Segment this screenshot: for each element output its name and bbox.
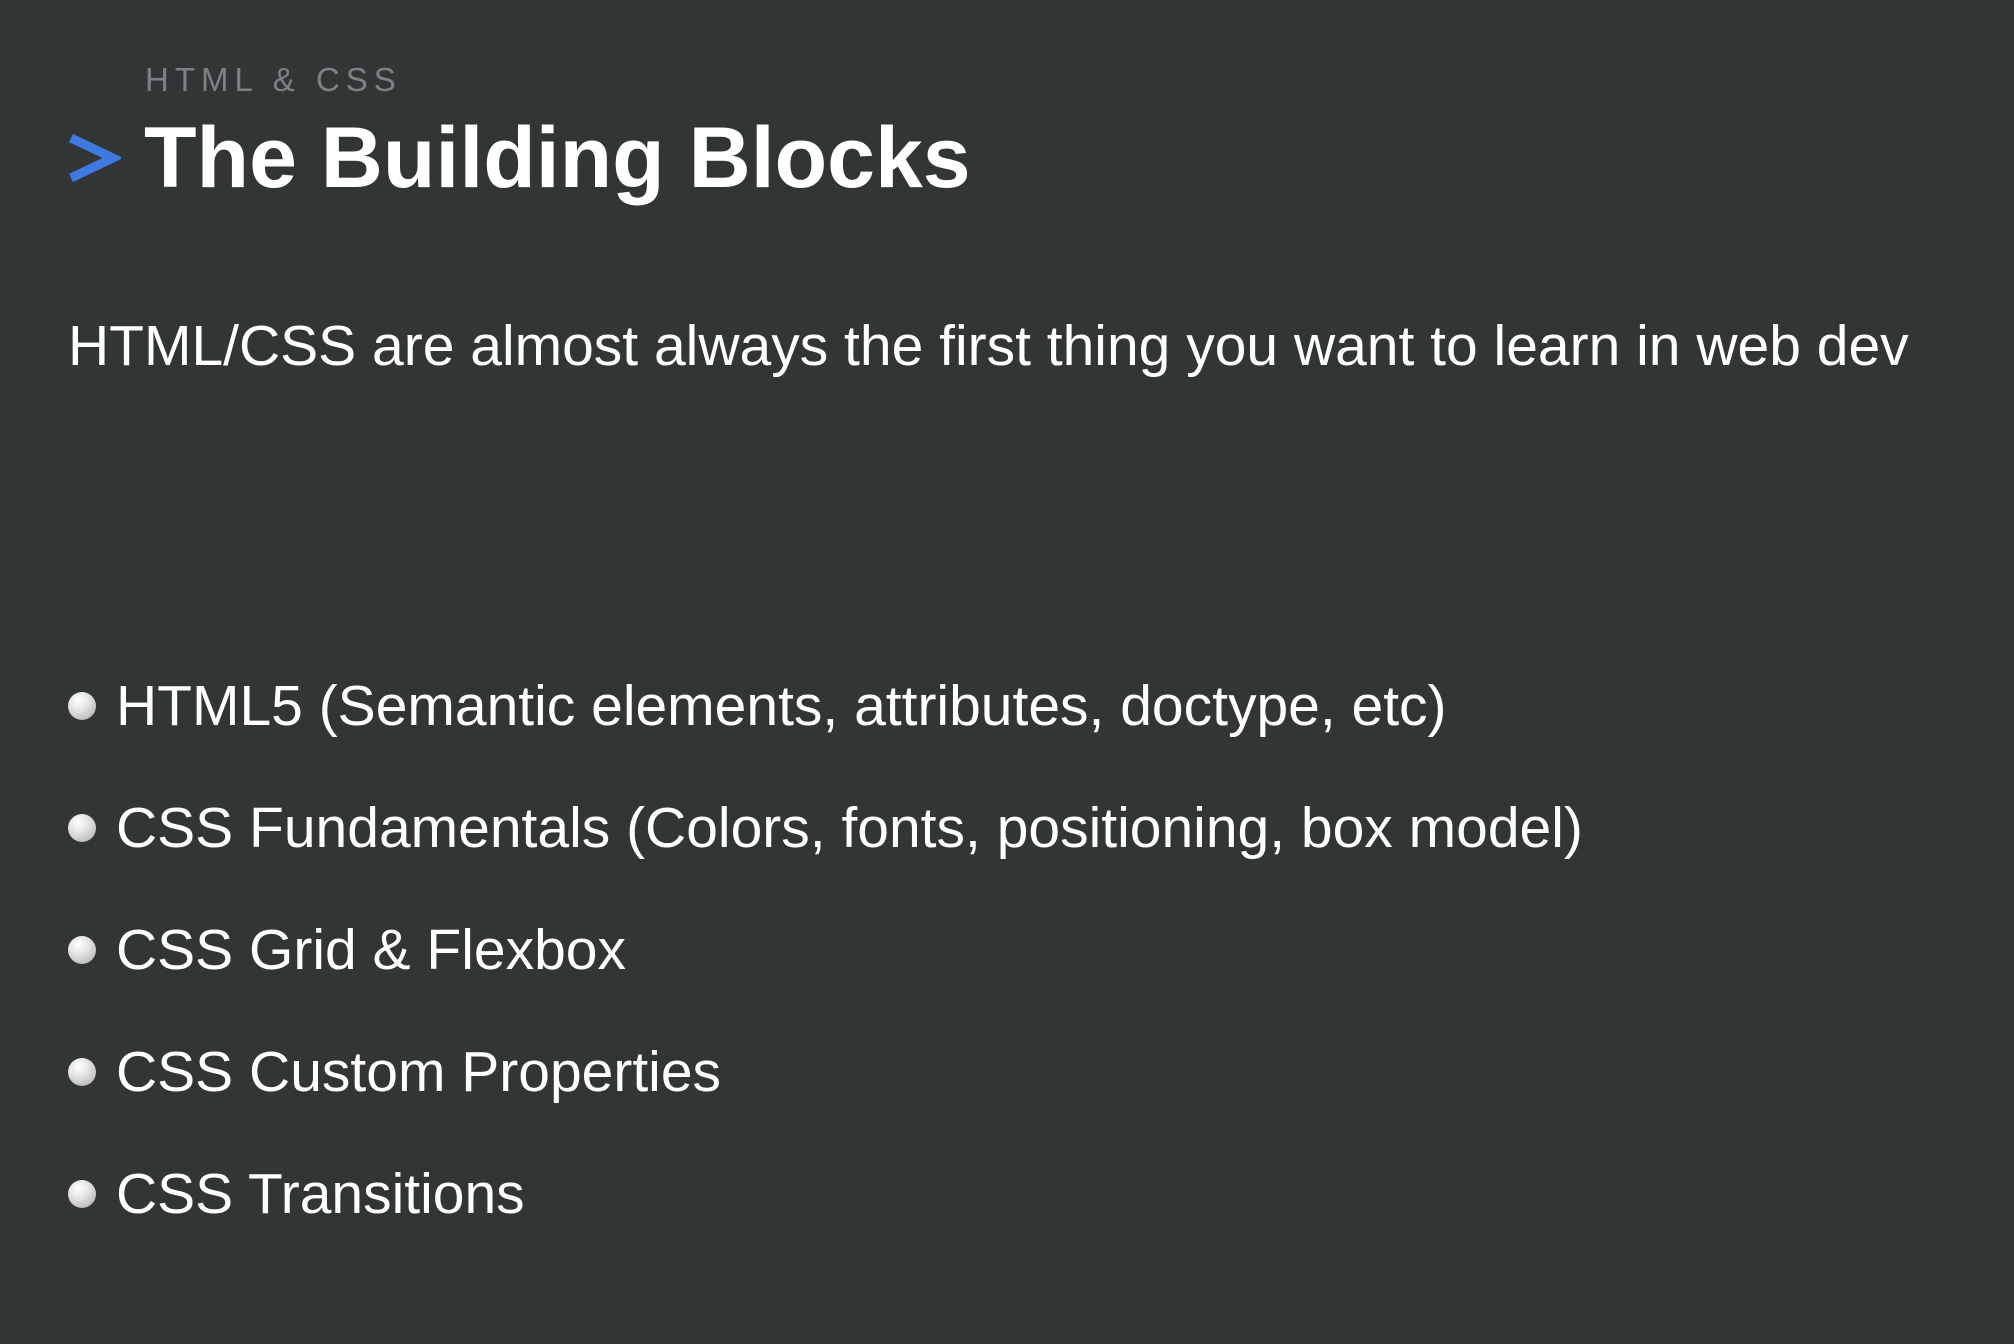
bullet-dot-icon	[68, 936, 96, 964]
topic-list: HTML5 (Semantic elements, attributes, do…	[68, 645, 1583, 1255]
bullet-dot-icon	[68, 692, 96, 720]
slide: HTML & CSS The Building Blocks HTML/CSS …	[0, 0, 2014, 1344]
bullet-dot-icon	[68, 814, 96, 842]
list-item: CSS Grid & Flexbox	[68, 889, 1583, 1011]
slide-title: The Building Blocks	[144, 110, 971, 206]
list-item-label: CSS Grid & Flexbox	[116, 918, 626, 982]
list-item-label: CSS Fundamentals (Colors, fonts, positio…	[116, 796, 1583, 860]
bullet-dot-icon	[68, 1180, 96, 1208]
list-item-label: CSS Custom Properties	[116, 1040, 722, 1104]
list-item: CSS Custom Properties	[68, 1011, 1583, 1133]
intro-paragraph: HTML/CSS are almost always the first thi…	[68, 314, 1909, 378]
list-item: CSS Transitions	[68, 1133, 1583, 1255]
chevron-right-icon	[62, 108, 124, 208]
list-item: HTML5 (Semantic elements, attributes, do…	[68, 645, 1583, 767]
bullet-dot-icon	[68, 1058, 96, 1086]
list-item-label: CSS Transitions	[116, 1162, 525, 1226]
list-item: CSS Fundamentals (Colors, fonts, positio…	[68, 767, 1583, 889]
section-label: HTML & CSS	[145, 61, 402, 98]
list-item-label: HTML5 (Semantic elements, attributes, do…	[116, 674, 1447, 738]
title-row: The Building Blocks	[62, 108, 971, 208]
